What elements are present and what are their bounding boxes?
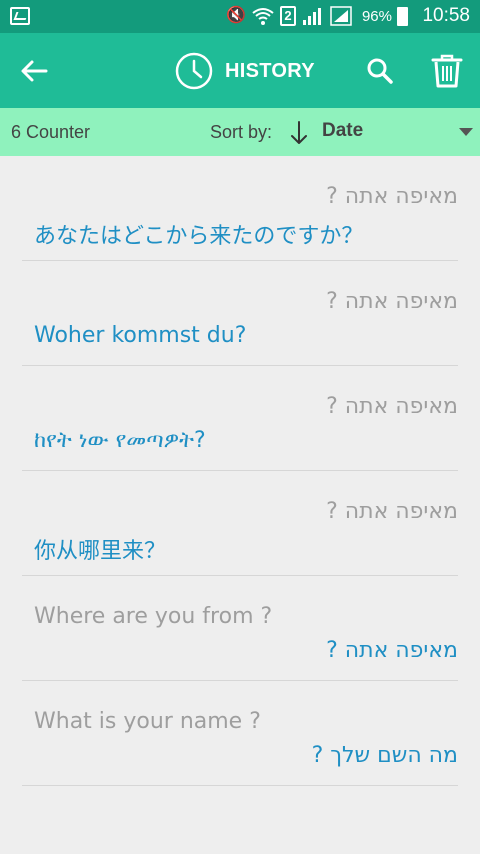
- sim-slot-icon: 2: [280, 6, 296, 26]
- source-text: Where are you from ?: [34, 604, 273, 629]
- history-list: מאיפה אתה ? あなたはどこから来たのですか？ מאיפה אתה ? …: [0, 156, 480, 786]
- translation-text: Woher kommst du?: [34, 323, 247, 348]
- sort-select[interactable]: Date: [322, 120, 363, 142]
- source-text: What is your name ?: [34, 709, 261, 734]
- sort-down-arrow-icon[interactable]: [290, 120, 308, 146]
- wifi-icon: [252, 8, 274, 25]
- mute-icon: 🔇: [226, 7, 246, 24]
- source-text: מאיפה אתה ?: [326, 394, 458, 419]
- status-icons: 🔇 2: [226, 6, 352, 26]
- clock-icon: [175, 52, 213, 90]
- history-item[interactable]: מאיפה אתה ? Woher kommst du?: [22, 261, 458, 366]
- history-item[interactable]: מאיפה אתה ? あなたはどこから来たのですか？: [22, 156, 458, 261]
- page-title: HISTORY: [225, 59, 315, 82]
- sort-label: Sort by:: [210, 122, 273, 142]
- source-text: מאיפה אתה ?: [326, 499, 458, 524]
- source-text: מאיפה אתה ?: [326, 289, 458, 314]
- sort-bar: 6 Counter Sort by: Date: [0, 108, 480, 156]
- search-icon[interactable]: [366, 57, 394, 85]
- translation-text: 你从哪里来？: [34, 539, 167, 564]
- battery-icon: [397, 7, 408, 26]
- translation-text: מה השם שלך ?: [311, 743, 458, 768]
- translation-text: ከየት ነው የመጣዎት?: [34, 428, 206, 453]
- clock-time: 10:58: [422, 5, 470, 26]
- trash-icon[interactable]: [430, 53, 464, 89]
- dropdown-caret-icon[interactable]: [459, 128, 473, 136]
- source-text: מאיפה אתה ?: [326, 184, 458, 209]
- translation-text: מאיפה אתה ?: [326, 638, 458, 663]
- signal-icon: [303, 8, 321, 25]
- back-arrow-icon[interactable]: [18, 55, 50, 87]
- history-item[interactable]: What is your name ? מה השם שלך ?: [22, 681, 458, 786]
- history-item[interactable]: מאיפה אתה ? 你从哪里来？: [22, 471, 458, 576]
- history-header: HISTORY: [175, 51, 315, 91]
- history-item[interactable]: מאיפה אתה ? ከየት ነው የመጣዎት?: [22, 366, 458, 471]
- status-bar: 🔇 2 96% 10:58: [0, 0, 480, 33]
- signal-2-icon: [330, 6, 352, 26]
- translation-text: あなたはどこから来たのですか？: [34, 224, 364, 249]
- battery-percent: 96%: [361, 8, 392, 25]
- app-bar: HISTORY: [0, 33, 480, 108]
- history-counter: 6 Counter: [11, 122, 91, 142]
- history-item[interactable]: Where are you from ? מאיפה אתה ?: [22, 576, 458, 681]
- gallery-icon: [10, 7, 30, 25]
